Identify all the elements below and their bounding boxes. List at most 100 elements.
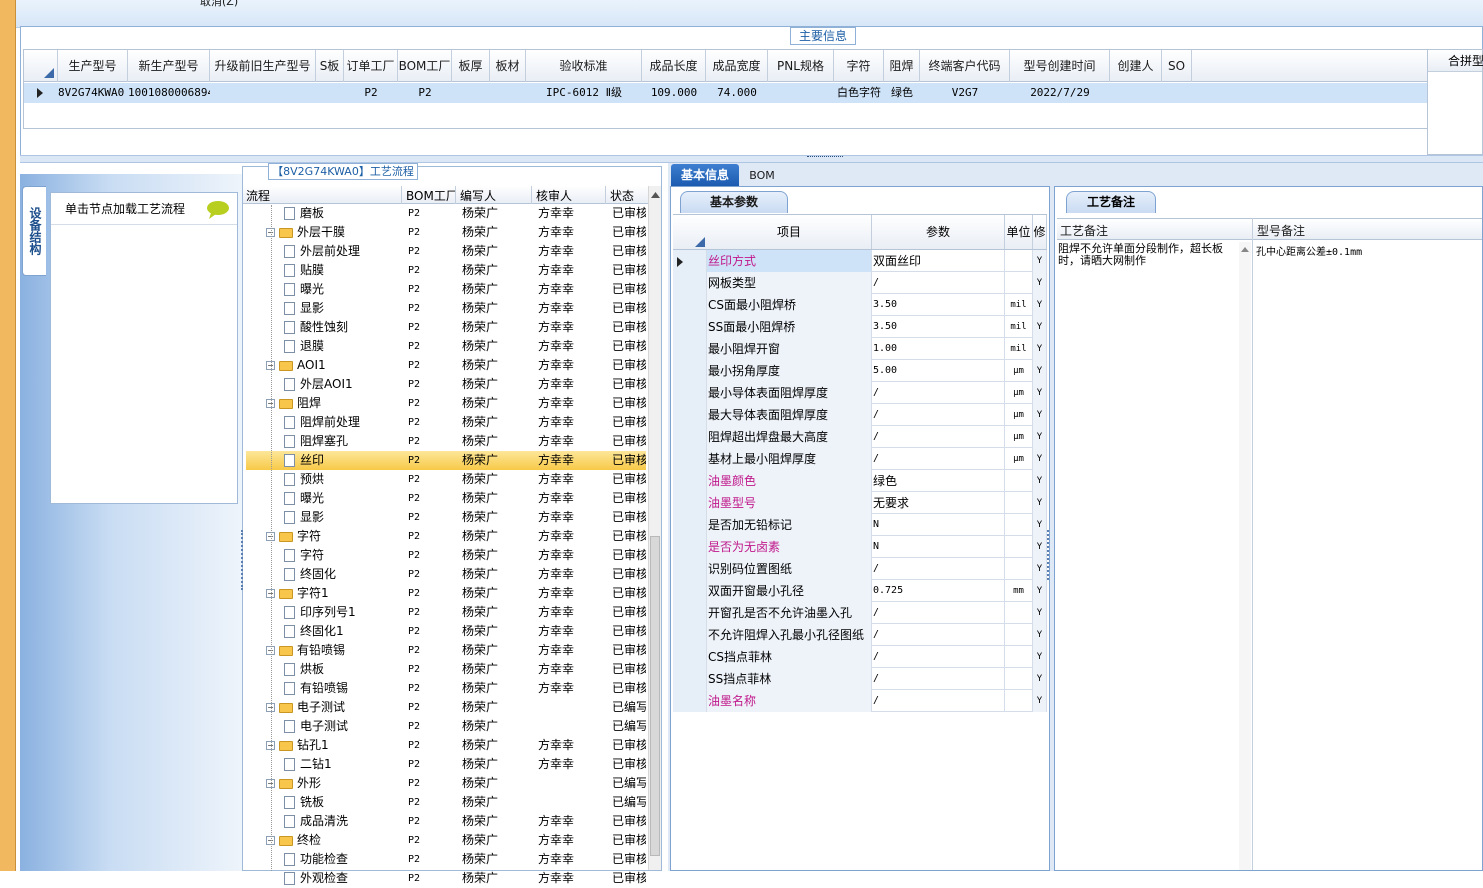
flow-row[interactable]: − 字符1 P2 杨荣广 方幸幸 已审核: [246, 584, 646, 603]
param-row[interactable]: 油墨颜色 绿色 Y: [673, 470, 1047, 492]
flow-node[interactable]: 字符: [284, 546, 401, 565]
flow-node[interactable]: − 外形: [266, 774, 401, 793]
flow-row[interactable]: 二钻1 P2 杨荣广 方幸幸 已审核: [246, 755, 646, 774]
flow-row[interactable]: 电子测试 P2 杨荣广 已编写: [246, 717, 646, 736]
param-row[interactable]: 识别码位置图纸 / Y: [673, 558, 1047, 580]
flow-row[interactable]: − 钻孔1 P2 杨荣广 方幸幸 已审核: [246, 736, 646, 755]
param-row[interactable]: 最小导体表面阻焊厚度 / μm Y: [673, 382, 1047, 404]
flow-row[interactable]: − 电子测试 P2 杨荣广 已编写: [246, 698, 646, 717]
param-value[interactable]: /: [872, 382, 1005, 404]
param-row[interactable]: 是否为无卤素 N Y: [673, 536, 1047, 558]
flow-row[interactable]: − 外层干膜 P2 杨荣广 方幸幸 已审核: [246, 223, 646, 242]
param-value[interactable]: /: [872, 426, 1005, 448]
cancel-label[interactable]: 取消(Z): [200, 0, 238, 9]
flow-node[interactable]: 二钻1: [284, 755, 401, 774]
param-value[interactable]: 绿色: [872, 470, 1005, 492]
model-note-text[interactable]: 孔中心距离公差±0.1mm: [1256, 243, 1476, 258]
param-row[interactable]: 是否加无铅标记 N Y: [673, 514, 1047, 536]
param-value[interactable]: /: [872, 448, 1005, 470]
main-cell[interactable]: 绿色: [884, 83, 920, 103]
flow-row[interactable]: − 终检 P2 杨荣广 方幸幸 已审核: [246, 831, 646, 850]
flow-node[interactable]: 显影: [284, 508, 401, 527]
flow-node[interactable]: − 外层干膜: [266, 223, 401, 242]
flow-row[interactable]: 外观检查 P2 杨荣广 方幸幸 已审核: [246, 869, 646, 888]
notes-scrollbar[interactable]: [1239, 242, 1251, 870]
flow-row[interactable]: 阻焊前处理 P2 杨荣广 方幸幸 已审核: [246, 413, 646, 432]
left-splitter-grip[interactable]: [241, 530, 244, 590]
tab-basic-params[interactable]: 基本参数: [680, 191, 788, 213]
param-row[interactable]: 最小阻焊开窗 1.00 mil Y: [673, 338, 1047, 360]
flow-row[interactable]: 退膜 P2 杨荣广 方幸幸 已审核: [246, 337, 646, 356]
flow-row[interactable]: 预烘 P2 杨荣广 方幸幸 已审核: [246, 470, 646, 489]
flow-row[interactable]: 贴膜 P2 杨荣广 方幸幸 已审核: [246, 261, 646, 280]
param-value[interactable]: 3.50: [872, 316, 1005, 338]
flow-row[interactable]: 终固化1 P2 杨荣广 方幸幸 已审核: [246, 622, 646, 641]
main-cell[interactable]: 2022/7/29: [1010, 83, 1110, 103]
param-row[interactable]: 丝印方式 双面丝印 Y: [673, 250, 1047, 272]
flow-node[interactable]: 曝光: [284, 280, 401, 299]
main-cell[interactable]: [1162, 83, 1192, 103]
param-row[interactable]: 阻焊超出焊盘最大高度 / μm Y: [673, 426, 1047, 448]
flow-node[interactable]: 丝印: [284, 451, 401, 470]
flow-node[interactable]: 贴膜: [284, 261, 401, 280]
param-row[interactable]: SS挡点菲林 / Y: [673, 668, 1047, 690]
flow-row[interactable]: 外层前处理 P2 杨荣广 方幸幸 已审核: [246, 242, 646, 261]
flow-node[interactable]: 外观检查: [284, 869, 401, 888]
horizontal-splitter[interactable]: [20, 155, 1483, 163]
flow-node[interactable]: 有铅喷锡: [284, 679, 401, 698]
flow-row[interactable]: 曝光 P2 杨荣广 方幸幸 已审核: [246, 489, 646, 508]
param-value[interactable]: /: [872, 272, 1005, 294]
flow-node[interactable]: − 电子测试: [266, 698, 401, 717]
param-row[interactable]: CS挡点菲林 / Y: [673, 646, 1047, 668]
param-value[interactable]: /: [872, 558, 1005, 580]
main-cell[interactable]: [452, 83, 490, 103]
flow-node[interactable]: 阻焊前处理: [284, 413, 401, 432]
flow-node[interactable]: − 有铅喷锡: [266, 641, 401, 660]
flow-node[interactable]: 酸性蚀刻: [284, 318, 401, 337]
param-row[interactable]: 油墨名称 / Y: [673, 690, 1047, 712]
flow-row[interactable]: − AOI1 P2 杨荣广 方幸幸 已审核: [246, 356, 646, 375]
flow-node[interactable]: 电子测试: [284, 717, 401, 736]
main-cell[interactable]: [210, 83, 316, 103]
main-cell[interactable]: IPC-6012 Ⅱ级: [526, 83, 642, 103]
flow-node[interactable]: 曝光: [284, 489, 401, 508]
flow-row[interactable]: 丝印 P2 杨荣广 方幸幸 已审核: [246, 451, 646, 470]
main-cell[interactable]: [768, 83, 834, 103]
param-value[interactable]: N: [872, 536, 1005, 558]
tab-bom[interactable]: BOM: [742, 166, 782, 186]
main-cell[interactable]: 74.000: [706, 83, 768, 103]
main-cell[interactable]: [1110, 83, 1162, 103]
flow-node[interactable]: 阻焊塞孔: [284, 432, 401, 451]
param-value[interactable]: 0.725: [872, 580, 1005, 602]
param-value[interactable]: /: [872, 646, 1005, 668]
param-value[interactable]: /: [872, 602, 1005, 624]
main-cell[interactable]: [490, 83, 526, 103]
main-cell[interactable]: V2G7: [920, 83, 1010, 103]
flow-node[interactable]: 功能检查: [284, 850, 401, 869]
flow-row[interactable]: 成品清洗 P2 杨荣广 方幸幸 已审核: [246, 812, 646, 831]
flow-node[interactable]: 磨板: [284, 204, 401, 223]
tab-basic-info[interactable]: 基本信息: [671, 164, 739, 186]
flow-node[interactable]: 铣板: [284, 793, 401, 812]
flow-node[interactable]: − 阻焊: [266, 394, 401, 413]
main-cell[interactable]: 8V2G74KWA0: [58, 83, 128, 103]
equipment-structure-tab[interactable]: 设备结构: [22, 186, 46, 276]
param-value[interactable]: /: [872, 404, 1005, 426]
flow-row[interactable]: 阻焊塞孔 P2 杨荣广 方幸幸 已审核: [246, 432, 646, 451]
param-value[interactable]: /: [872, 624, 1005, 646]
flow-node[interactable]: − 字符1: [266, 584, 401, 603]
main-cell[interactable]: 白色字符: [834, 83, 884, 103]
flow-row[interactable]: 印序列号1 P2 杨荣广 方幸幸 已审核: [246, 603, 646, 622]
param-row[interactable]: 基材上最小阻焊厚度 / μm Y: [673, 448, 1047, 470]
flow-row[interactable]: 酸性蚀刻 P2 杨荣广 方幸幸 已审核: [246, 318, 646, 337]
process-note-text[interactable]: 阻焊不允许单面分段制作，超长板时，请晒大网制作: [1058, 243, 1238, 267]
tab-process-notes[interactable]: 工艺备注: [1066, 191, 1156, 213]
flow-node[interactable]: 退膜: [284, 337, 401, 356]
flow-row[interactable]: 终固化 P2 杨荣广 方幸幸 已审核: [246, 565, 646, 584]
param-value[interactable]: 3.50: [872, 294, 1005, 316]
main-cell[interactable]: P2: [398, 83, 452, 103]
param-row[interactable]: 开窗孔是否不允许油墨入孔 / Y: [673, 602, 1047, 624]
flow-row[interactable]: 曝光 P2 杨荣广 方幸幸 已审核: [246, 280, 646, 299]
flow-node[interactable]: 终固化1: [284, 622, 401, 641]
flow-node[interactable]: 外层AOI1: [284, 375, 401, 394]
